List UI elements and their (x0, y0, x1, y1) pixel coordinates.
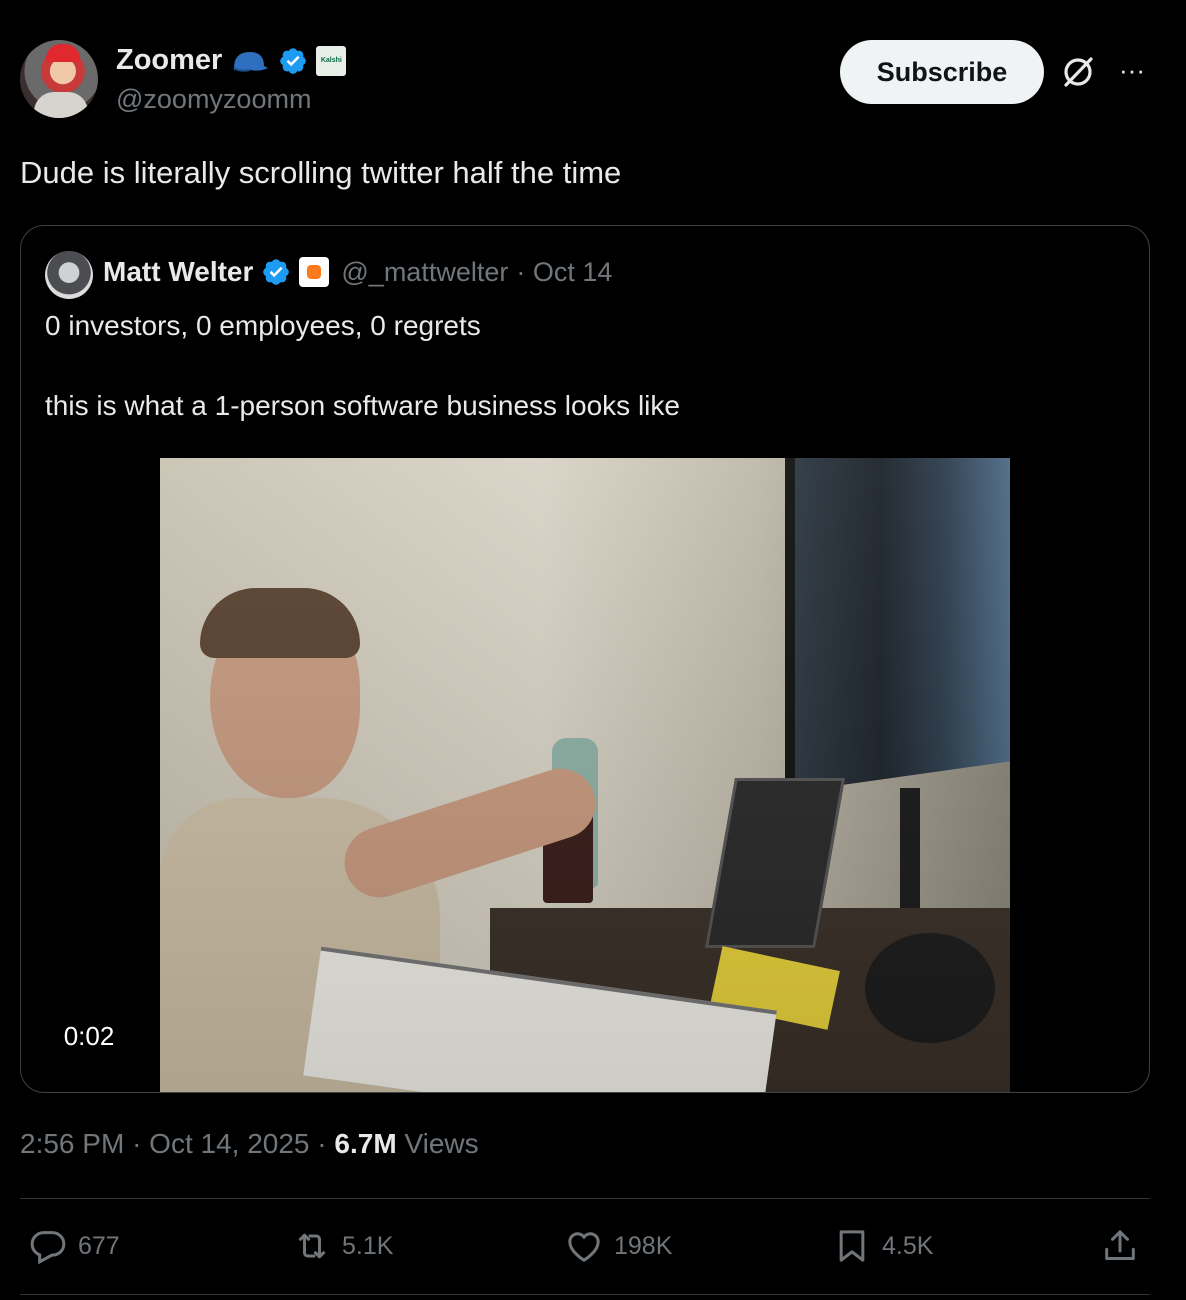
meta-separator: · (132, 1128, 150, 1159)
tweet-text: Dude is literally scrolling twitter half… (20, 155, 622, 190)
quoted-author-avatar[interactable] (45, 251, 93, 299)
author-name[interactable]: Zoomer (116, 44, 222, 77)
author-handle[interactable]: @zoomyzoomm (116, 84, 311, 115)
affiliate-badge-icon[interactable] (299, 257, 330, 287)
quoted-date[interactable]: · Oct 14 (516, 257, 612, 288)
tweet-date[interactable]: Oct 14, 2025 (149, 1128, 309, 1159)
verified-icon[interactable] (261, 257, 291, 287)
bookmark-button[interactable]: 4.5K (832, 1226, 933, 1266)
bookmark-icon (839, 1230, 865, 1262)
video-timestamp: 0:02 (63, 1021, 115, 1051)
tweet-time[interactable]: 2:56 PM (20, 1128, 124, 1159)
share-button[interactable] (1100, 1226, 1140, 1266)
views-label: Views (404, 1128, 479, 1159)
quoted-author-handle[interactable]: @_mattwelter (341, 257, 508, 288)
cap-badge-icon (233, 51, 269, 72)
grok-icon[interactable] (1060, 54, 1096, 90)
quoted-header: Matt Welter @_mattwelter · Oct 14 (103, 256, 612, 288)
verified-icon[interactable] (278, 46, 308, 76)
reply-count: 677 (78, 1231, 120, 1260)
action-bar: 677 5.1K 198K 4.5K (0, 1226, 1186, 1270)
share-icon (1105, 1230, 1135, 1260)
author-name-row: Zoomer Kalshi (116, 44, 347, 77)
bookmark-count: 4.5K (882, 1231, 934, 1260)
quoted-author-name[interactable]: Matt Welter (103, 256, 253, 288)
divider (20, 1294, 1150, 1295)
repost-count: 5.1K (342, 1231, 394, 1260)
like-button[interactable]: 198K (564, 1226, 672, 1266)
tweet-header: Zoomer Kalshi @zoomyzoomm Subscribe ··· (20, 40, 1166, 120)
views-count: 6.7M (334, 1128, 397, 1159)
repost-icon (298, 1233, 326, 1259)
more-icon[interactable]: ··· (1114, 57, 1150, 83)
like-count: 198K (614, 1231, 673, 1260)
reply-button[interactable]: 677 (28, 1226, 120, 1266)
quoted-text-line2: this is what a 1-person software busines… (45, 390, 680, 421)
kalshi-badge-text: Kalshi (320, 57, 342, 64)
repost-button[interactable]: 5.1K (292, 1226, 393, 1266)
quoted-text-line1: 0 investors, 0 employees, 0 regrets (45, 310, 481, 341)
like-icon (568, 1232, 600, 1262)
quoted-tweet[interactable]: Matt Welter @_mattwelter · Oct 14 0 inve… (20, 225, 1150, 1093)
kalshi-badge-icon[interactable]: Kalshi (316, 45, 347, 76)
video-overlay (160, 458, 1010, 1092)
author-avatar[interactable] (20, 40, 98, 118)
subscribe-button[interactable]: Subscribe (840, 40, 1044, 104)
quoted-video[interactable] (160, 458, 1010, 1092)
reply-icon (30, 1231, 66, 1265)
meta-separator: · (317, 1128, 335, 1159)
tweet-meta: 2:56 PM · Oct 14, 2025 · 6.7M Views (20, 1128, 479, 1160)
divider (20, 1198, 1150, 1199)
